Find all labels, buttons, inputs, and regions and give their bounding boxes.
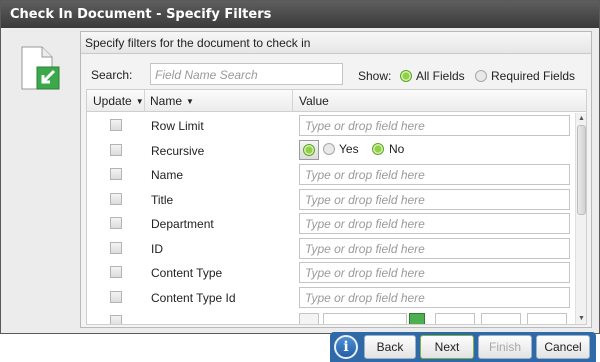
filters-panel: Specify filters for the document to chec… (80, 31, 592, 328)
value-input[interactable]: Type or drop field here (299, 262, 570, 283)
table-row: Title Type or drop field here (87, 187, 575, 212)
value-input[interactable]: Type or drop field here (299, 164, 570, 185)
search-input[interactable]: Field Name Search (150, 63, 343, 85)
table-row: Content Type Id Type or drop field here (87, 285, 575, 310)
table-row: Name Type or drop field here (87, 162, 575, 187)
back-button[interactable]: Back (364, 335, 416, 359)
field-name: ID (151, 241, 163, 256)
update-checkbox[interactable] (110, 168, 122, 180)
panel-heading: Specify filters for the document to chec… (81, 32, 591, 54)
update-checkbox[interactable] (110, 290, 122, 303)
column-value[interactable]: Value (299, 94, 329, 108)
value-toggle-button[interactable] (299, 313, 319, 324)
window-title: Check In Document - Specify Filters (1, 1, 599, 28)
table-row: Content Type Type or drop field here (87, 260, 575, 285)
update-checkbox[interactable] (110, 315, 122, 324)
minute-input[interactable] (481, 313, 521, 324)
search-row: Search: Field Name Search Show: All Fiel… (81, 55, 591, 88)
required-fields-label[interactable]: Required Fields (491, 69, 575, 83)
all-fields-radio[interactable] (400, 70, 412, 82)
info-icon[interactable]: i (334, 335, 358, 359)
grid-scrollbar[interactable]: ▲ ▼ (575, 113, 586, 324)
update-checkbox[interactable] (110, 266, 122, 278)
calendar-icon[interactable] (409, 313, 425, 324)
sort-caret-icon: ▼ (135, 97, 144, 106)
document-check-in-icon (21, 46, 60, 90)
value-input[interactable]: Type or drop field here (299, 286, 570, 308)
filters-grid: Update ▼ Name ▼ Value Row Limit Type or dr… (86, 89, 587, 325)
table-row: ID Type or drop field here (87, 236, 575, 261)
column-update-label: Update (93, 94, 132, 108)
grid-header: Update ▼ Name ▼ Value (87, 90, 586, 112)
column-divider (144, 90, 145, 112)
column-name-label: Name (150, 94, 183, 108)
yes-label[interactable]: Yes (339, 142, 359, 156)
field-name: Content Type (151, 266, 223, 280)
cancel-button[interactable]: Cancel (536, 335, 590, 359)
date-input[interactable] (323, 313, 407, 324)
column-divider (292, 90, 293, 112)
next-button[interactable]: Next (420, 335, 474, 359)
no-label[interactable]: No (389, 142, 404, 156)
field-name: Title (151, 192, 174, 207)
value-toggle-button[interactable] (299, 139, 319, 160)
field-name: Content Type Id (151, 290, 236, 305)
column-name[interactable]: Name ▼ (150, 94, 194, 108)
scroll-down-icon[interactable]: ▼ (577, 314, 586, 323)
field-name: Name (151, 168, 184, 182)
table-row: Department Type or drop field here (87, 211, 575, 236)
sort-caret-icon: ▼ (186, 97, 194, 106)
dialog-window: Check In Document - Specify Filters Spec… (0, 0, 600, 334)
update-checkbox[interactable] (110, 143, 122, 156)
all-fields-label[interactable]: All Fields (416, 69, 465, 83)
field-name: Row Limit (151, 119, 204, 133)
value-input[interactable]: Type or drop field here (299, 237, 570, 259)
value-input[interactable]: Type or drop field here (299, 115, 570, 136)
button-bar: i Back Next Finish Cancel (330, 332, 596, 362)
finish-button[interactable]: Finish (478, 335, 532, 359)
table-row (87, 309, 575, 324)
value-input[interactable]: Type or drop field here (299, 213, 570, 234)
show-label: Show: (358, 69, 392, 83)
table-row: Row Limit Type or drop field here (87, 113, 575, 138)
table-row: Recursive Yes No (87, 138, 575, 163)
hour-input[interactable] (435, 313, 475, 324)
value-input[interactable]: Type or drop field here (299, 188, 570, 210)
field-name: Department (151, 217, 214, 231)
update-checkbox[interactable] (110, 217, 122, 229)
update-checkbox[interactable] (110, 119, 122, 131)
scroll-thumb[interactable] (577, 125, 586, 215)
yes-radio[interactable] (323, 142, 335, 155)
scroll-up-icon[interactable]: ▲ (577, 114, 586, 123)
value-indicator-icon (303, 143, 315, 156)
field-name: Recursive (151, 143, 205, 158)
second-input[interactable] (527, 313, 567, 324)
no-radio[interactable] (372, 142, 384, 155)
search-label: Search: (91, 68, 133, 82)
update-checkbox[interactable] (110, 241, 122, 254)
update-checkbox[interactable] (110, 192, 122, 205)
required-fields-radio[interactable] (475, 70, 487, 82)
column-update[interactable]: Update ▼ (93, 94, 144, 108)
